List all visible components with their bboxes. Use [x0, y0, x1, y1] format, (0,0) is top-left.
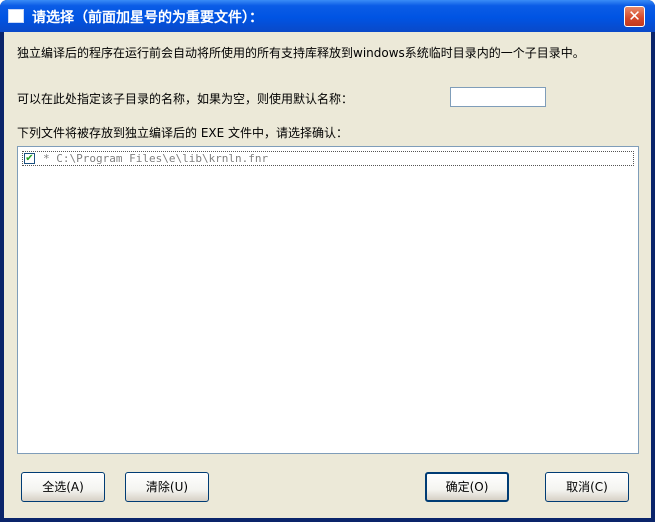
- select-all-button[interactable]: 全选(A): [21, 472, 105, 502]
- ok-button[interactable]: 确定(O): [425, 472, 509, 502]
- dialog-body: 独立编译后的程序在运行前会自动将所使用的所有支持库释放到windows系统临时目…: [4, 32, 651, 518]
- window-title: 请选择（前面加星号的为重要文件）：: [32, 10, 263, 26]
- window-icon: [8, 9, 24, 23]
- description-text: 独立编译后的程序在运行前会自动将所使用的所有支持库释放到windows系统临时目…: [17, 46, 585, 60]
- clear-button[interactable]: 清除(U): [125, 472, 209, 502]
- list-item[interactable]: ✔ * C:\Program Files\e\lib\krnln.fnr: [22, 151, 634, 166]
- subdir-name-input[interactable]: [450, 87, 546, 107]
- close-button[interactable]: ✕: [624, 6, 645, 27]
- item-checkbox[interactable]: ✔: [24, 153, 35, 164]
- item-file-path: * C:\Program Files\e\lib\krnln.fnr: [43, 152, 269, 165]
- title-bar[interactable]: 请选择（前面加星号的为重要文件）： ✕: [0, 0, 655, 32]
- subdir-name-label: 可以在此处指定该子目录的名称，如果为空，则使用默认名称：: [17, 92, 354, 106]
- file-listbox[interactable]: ✔ * C:\Program Files\e\lib\krnln.fnr: [17, 146, 639, 454]
- file-list-label: 下列文件将被存放到独立编译后的 EXE 文件中，请选择确认：: [17, 126, 349, 140]
- dialog-window: 请选择（前面加星号的为重要文件）： ✕ 独立编译后的程序在运行前会自动将所使用的…: [0, 0, 655, 522]
- cancel-button[interactable]: 取消(C): [545, 472, 629, 502]
